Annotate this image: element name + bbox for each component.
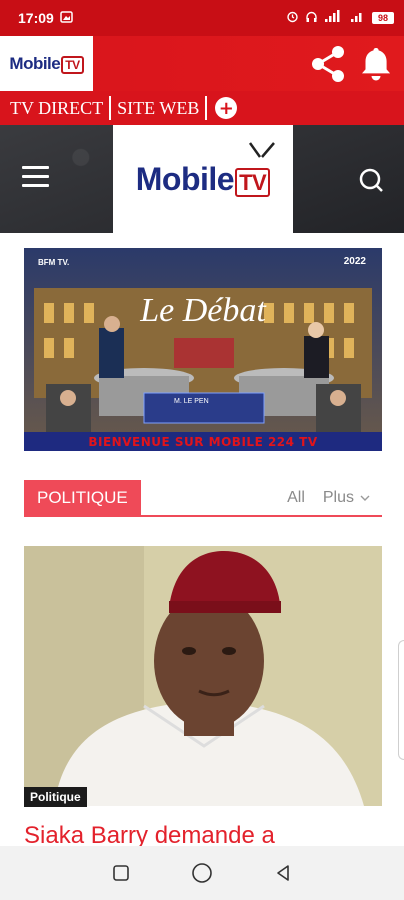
home-button[interactable] [190, 861, 214, 885]
signal-icon-2 [350, 10, 366, 26]
site-header: Mobile TV [0, 125, 404, 233]
bell-icon [362, 47, 391, 80]
system-nav-bar [0, 846, 404, 900]
header-logo-tv: TV [235, 167, 271, 197]
top-tab-bar: TV DIRECT SITE WEB + [0, 91, 404, 125]
status-bar: 17:09 98 [0, 0, 404, 36]
filter-all[interactable]: All [287, 489, 305, 507]
app-logo[interactable]: Mobile TV [0, 36, 93, 91]
tv-antenna-icon [248, 141, 275, 158]
menu-icon[interactable] [22, 166, 49, 193]
status-time: 17:09 [18, 10, 54, 26]
back-button[interactable] [271, 861, 295, 885]
chevron-down-icon [360, 495, 370, 501]
site-logo[interactable]: Mobile TV [113, 125, 293, 233]
signal-icon [324, 10, 344, 26]
search-icon[interactable] [358, 167, 384, 193]
banner-title: Le Débat [140, 292, 266, 329]
filter-more-label: Plus [322, 489, 354, 506]
tab-divider [205, 96, 208, 120]
recents-icon [112, 865, 129, 881]
tab-tv-direct[interactable]: TV DIRECT [6, 98, 107, 119]
article-image[interactable] [24, 546, 382, 806]
back-icon [277, 865, 290, 881]
logo-tv-text: TV [61, 55, 84, 74]
tab-site-web[interactable]: SITE WEB [113, 98, 203, 119]
header-logo-main: Mobile [135, 160, 235, 197]
home-icon [192, 863, 212, 883]
share-button[interactable] [304, 40, 352, 88]
filter-more[interactable]: Plus [323, 489, 370, 507]
banner-caption: BIENVENUE SUR MOBILE 224 TV [24, 432, 382, 451]
edge-panel-handle[interactable] [398, 640, 404, 760]
category-badge[interactable]: Politique [24, 787, 87, 807]
alarm-icon [286, 10, 299, 26]
battery-level: 98 [377, 13, 388, 23]
featured-banner[interactable]: BFM TV. 2022 Le Débat M. LE PEN BIENVENU… [24, 248, 382, 451]
battery-icon: 98 [372, 12, 394, 24]
add-tab-icon[interactable]: + [215, 97, 238, 119]
year-badge: 2022 [343, 256, 366, 267]
recents-button[interactable] [109, 861, 133, 885]
nameplate: M. LE PEN [174, 398, 209, 405]
screenshot-icon [60, 10, 73, 26]
section-tag: POLITIQUE [24, 480, 141, 516]
app-bar: Mobile TV [0, 36, 404, 91]
banner-image [24, 248, 382, 451]
section-header: POLITIQUE All Plus [24, 480, 382, 517]
article-photo [24, 546, 382, 806]
notifications-button[interactable] [352, 40, 400, 88]
logo-main-text: Mobile [9, 53, 61, 73]
share-icon [312, 45, 344, 82]
headphones-icon [305, 10, 318, 26]
tab-divider [109, 96, 112, 120]
channel-label: BFM TV. [38, 258, 70, 267]
